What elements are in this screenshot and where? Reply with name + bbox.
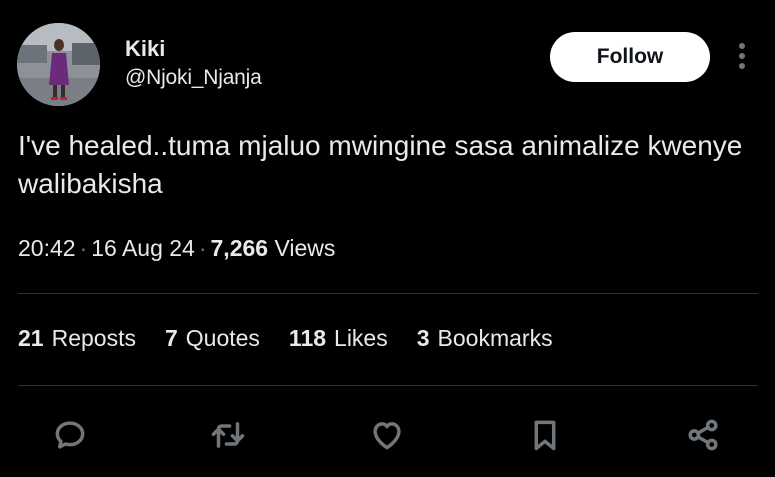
avatar[interactable] xyxy=(17,23,100,106)
share-icon xyxy=(688,419,718,451)
stat-reposts[interactable]: 21 Reposts xyxy=(18,325,136,352)
stat-likes[interactable]: 118 Likes xyxy=(289,325,388,352)
stat-label: Reposts xyxy=(51,325,136,351)
stat-label: Likes xyxy=(334,325,388,351)
stat-count: 118 xyxy=(288,325,327,351)
share-button[interactable] xyxy=(681,413,725,457)
retweet-button[interactable] xyxy=(206,413,250,457)
stat-count: 7 xyxy=(164,325,178,351)
divider xyxy=(18,385,758,386)
retweet-icon xyxy=(211,422,245,448)
more-dot xyxy=(739,63,745,69)
separator-dot: · xyxy=(198,235,207,261)
stat-label: Quotes xyxy=(185,325,260,351)
stat-label: Bookmarks xyxy=(437,325,553,351)
engagement-stats: 21 Reposts 7 Quotes 118 Likes 3 Bookmarks xyxy=(18,325,582,352)
tweet-time[interactable]: 20:42 xyxy=(18,235,76,261)
like-icon xyxy=(373,422,401,450)
tweet-card: Kiki @Njoki_Njanja Follow I've healed..t… xyxy=(0,0,775,477)
stat-count: 3 xyxy=(416,325,430,351)
tweet-text: I've healed..tuma mjaluo mwingine sasa a… xyxy=(18,130,743,199)
views-label: Views xyxy=(274,235,336,261)
tweet-date[interactable]: 16 Aug 24 xyxy=(91,235,195,261)
more-options-icon[interactable] xyxy=(730,40,754,72)
views-count: 7,266 xyxy=(210,235,269,261)
more-dot xyxy=(739,53,745,59)
reply-icon xyxy=(55,421,85,449)
reply-button[interactable] xyxy=(48,413,92,457)
stat-bookmarks[interactable]: 3 Bookmarks xyxy=(417,325,553,352)
follow-button[interactable]: Follow xyxy=(550,32,710,82)
action-bar xyxy=(0,413,775,457)
like-button[interactable] xyxy=(365,413,409,457)
bookmark-icon xyxy=(534,420,556,451)
display-name[interactable]: Kiki xyxy=(125,36,165,62)
stat-count: 21 xyxy=(18,325,44,351)
more-dot xyxy=(739,43,745,49)
divider xyxy=(18,293,758,294)
separator-dot: · xyxy=(79,235,88,261)
bookmark-button[interactable] xyxy=(523,413,567,457)
avatar-photo xyxy=(17,23,100,106)
user-handle[interactable]: @Njoki_Njanja xyxy=(125,66,262,90)
tweet-meta: 20:42 · 16 Aug 24 · 7,266 Views xyxy=(18,235,335,262)
stat-quotes[interactable]: 7 Quotes xyxy=(165,325,260,352)
